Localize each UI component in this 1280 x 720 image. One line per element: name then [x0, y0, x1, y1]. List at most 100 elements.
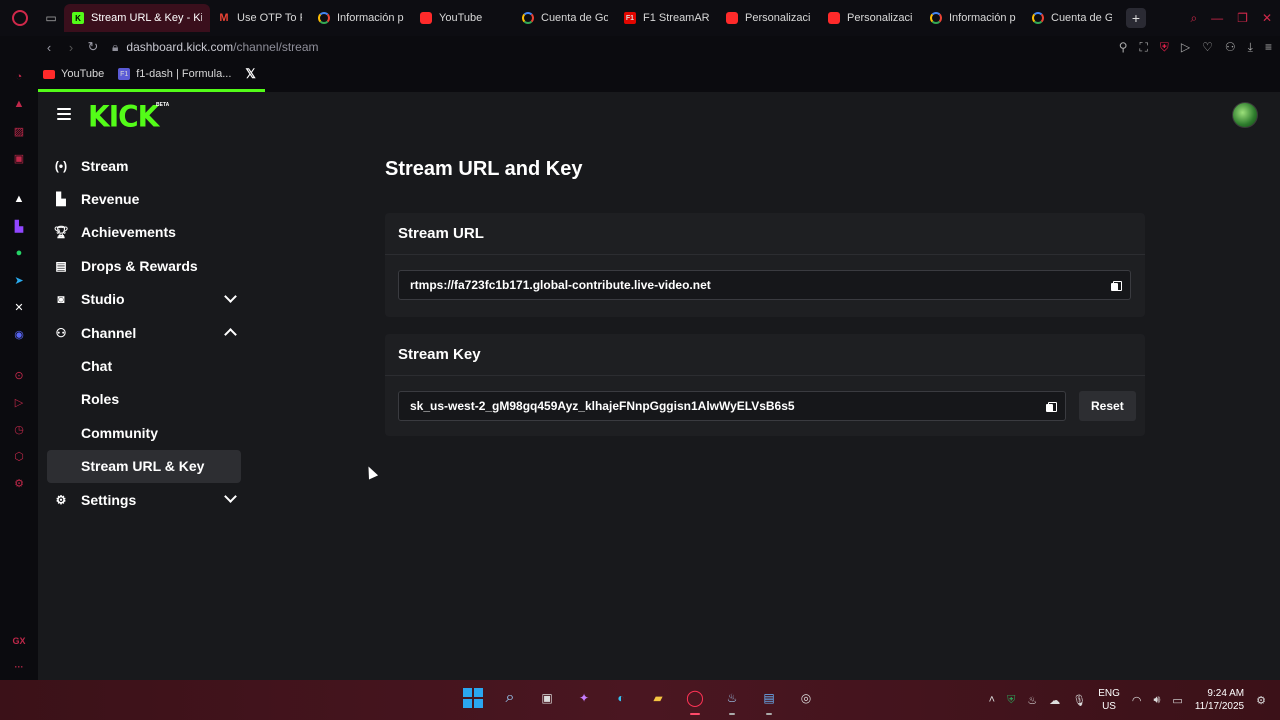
extensions-icon[interactable]: ⬡: [11, 448, 27, 464]
stream-url-field[interactable]: rtmps://fa723fc1b171.global-contribute.l…: [398, 270, 1131, 300]
gx-corner-icon[interactable]: ▲: [11, 96, 27, 112]
player-sidebar-icon[interactable]: ⊙: [11, 367, 27, 383]
x-sidebar-icon[interactable]: ✕: [11, 299, 27, 315]
tab-youtube-personalize[interactable]: Personalizaci: [718, 4, 820, 32]
menu-toggle-icon[interactable]: [57, 108, 71, 120]
reload-icon[interactable]: ↻: [82, 36, 104, 58]
file-explorer-icon[interactable]: ▰: [648, 688, 668, 708]
pin-icon[interactable]: ⚲: [1119, 40, 1128, 54]
send-icon[interactable]: ▷: [11, 394, 27, 410]
tab-google-info-2[interactable]: Información p: [922, 4, 1024, 32]
tab-youtube-personalize-2[interactable]: Personalizaci: [820, 4, 922, 32]
task-view-icon[interactable]: ▣: [537, 688, 557, 708]
gx-control-icon[interactable]: ▨: [11, 123, 27, 139]
forward-icon[interactable]: ›: [60, 36, 82, 58]
aria-icon[interactable]: ◔: [11, 69, 27, 85]
bookmark-label: f1-dash | Formula...: [136, 68, 232, 80]
bookmark-youtube[interactable]: YouTube: [43, 68, 104, 80]
obs-icon[interactable]: ◎: [796, 688, 816, 708]
nav-stream-url-key[interactable]: Stream URL & Key: [47, 449, 241, 483]
nav-roles[interactable]: Roles: [47, 383, 241, 416]
heart-icon[interactable]: ♡: [1202, 40, 1213, 54]
nav-chat[interactable]: Chat: [47, 349, 241, 382]
notifications-icon[interactable]: ⚙: [1256, 694, 1266, 707]
maximize-icon[interactable]: ❐: [1237, 11, 1248, 25]
gmail-icon: M: [219, 12, 229, 24]
tab-label: Personalizaci: [847, 12, 913, 24]
tab-manager-icon[interactable]: ▭: [40, 0, 62, 36]
nav-drops-rewards[interactable]: ▤ Drops & Rewards: [47, 249, 241, 282]
language-indicator[interactable]: ENG US: [1098, 687, 1120, 713]
whatsapp-icon[interactable]: ●: [11, 245, 27, 261]
avatar[interactable]: [1232, 102, 1258, 128]
nav-label: Revenue: [81, 191, 140, 208]
shield-icon[interactable]: ⛨: [1160, 40, 1169, 55]
tab-google-account[interactable]: Cuenta de Go: [514, 4, 616, 32]
tab-youtube[interactable]: YouTube: [412, 4, 514, 32]
nav-label: Stream: [81, 157, 129, 174]
tab-f1-streamar[interactable]: F1 F1 StreamAR: [616, 4, 718, 32]
gx-icon[interactable]: GX: [12, 636, 25, 646]
player-icon[interactable]: ▷: [1181, 40, 1190, 54]
snapshot-icon[interactable]: ⛶: [1139, 40, 1147, 55]
account-icon[interactable]: ⚇: [1225, 40, 1236, 54]
twitch-icon[interactable]: ▙: [11, 218, 27, 234]
opera-gx-icon[interactable]: ◯: [685, 688, 705, 715]
url-field[interactable]: 🔒︎ dashboard.kick.com/channel/stream: [112, 40, 319, 55]
clock[interactable]: 9:24 AM 11/17/2025: [1195, 687, 1244, 713]
chevron-up-icon[interactable]: ˄: [989, 694, 995, 706]
microphone-icon[interactable]: 🎙︎: [1072, 694, 1086, 707]
dashboard-sidebar: (•) Stream ▙ Revenue 🏆︎ Achievements ▤ D…: [47, 149, 241, 516]
opera-menu-icon[interactable]: [0, 0, 40, 36]
menu-icon[interactable]: ≡: [1265, 40, 1272, 54]
nav-label: Stream URL & Key: [81, 458, 205, 475]
steam-tray-icon[interactable]: ♨: [1027, 694, 1037, 707]
search-icon[interactable]: ⌕: [500, 688, 520, 708]
telegram-icon[interactable]: ➤: [11, 272, 27, 288]
download-icon[interactable]: ⤓: [1248, 40, 1253, 55]
kick-sidebar-icon[interactable]: ▲: [11, 191, 27, 207]
nav-community[interactable]: Community: [47, 416, 241, 449]
nav-channel[interactable]: ⚇ Channel: [47, 316, 241, 349]
tab-google-account-2[interactable]: Cuenta de Go: [1024, 4, 1120, 32]
nav-achievements[interactable]: 🏆︎ Achievements: [47, 216, 241, 249]
nav-revenue[interactable]: ▙ Revenue: [47, 182, 241, 215]
steam-icon[interactable]: ♨: [722, 688, 742, 715]
discord-icon[interactable]: ◉: [11, 326, 27, 342]
more-icon[interactable]: ···: [14, 662, 23, 672]
copy-icon[interactable]: [1111, 281, 1122, 291]
chevron-down-icon: [224, 289, 237, 303]
nav-label: Community: [81, 424, 158, 441]
close-icon[interactable]: ✕: [1262, 11, 1272, 25]
volume-icon[interactable]: 🔊︎: [1153, 694, 1160, 707]
kick-logo[interactable]: KICK: [88, 99, 159, 134]
reset-button[interactable]: Reset: [1079, 391, 1136, 421]
wifi-icon[interactable]: ◠: [1132, 694, 1142, 707]
history-icon[interactable]: ◷: [11, 421, 27, 437]
edge-icon[interactable]: ◐: [611, 688, 631, 708]
battery-icon[interactable]: ▭: [1172, 694, 1182, 707]
stream-key-field[interactable]: sk_us-west-2_gM98gq459Ayz_klhajeFNnpGggi…: [398, 391, 1066, 421]
nav-stream[interactable]: (•) Stream: [47, 149, 241, 182]
defender-icon[interactable]: ⛨: [1007, 694, 1015, 707]
screen: ▭ K Stream URL & Key - Kick M Use OTP To…: [0, 0, 1280, 720]
tab-gmail-otp[interactable]: M Use OTP To R: [210, 4, 310, 32]
minimize-icon[interactable]: —: [1211, 11, 1223, 25]
new-tab-button[interactable]: +: [1126, 8, 1146, 28]
nav-studio[interactable]: ◙ Studio: [47, 283, 241, 316]
start-icon[interactable]: [463, 688, 483, 708]
onedrive-icon[interactable]: ☁: [1049, 694, 1060, 707]
notepad-icon[interactable]: ▤: [759, 688, 779, 715]
stream-key-card: Stream Key sk_us-west-2_gM98gq459Ayz_klh…: [385, 334, 1145, 436]
tab-kick-stream-key[interactable]: K Stream URL & Key - Kick: [64, 4, 210, 32]
settings-sidebar-icon[interactable]: ⚙: [11, 475, 27, 491]
nav-settings[interactable]: ⚙ Settings: [47, 483, 241, 516]
bookmark-x[interactable]: 𝕏: [245, 66, 255, 82]
search-tabs-icon[interactable]: ⌕: [1190, 11, 1197, 26]
copilot-icon[interactable]: ✦: [574, 688, 594, 708]
bookmark-f1-dash[interactable]: F1 f1-dash | Formula...: [118, 68, 231, 80]
back-icon[interactable]: ‹: [38, 36, 60, 58]
tab-google-info[interactable]: Información p: [310, 4, 412, 32]
gx-store-icon[interactable]: ▣: [11, 150, 27, 166]
copy-icon[interactable]: [1046, 402, 1057, 412]
